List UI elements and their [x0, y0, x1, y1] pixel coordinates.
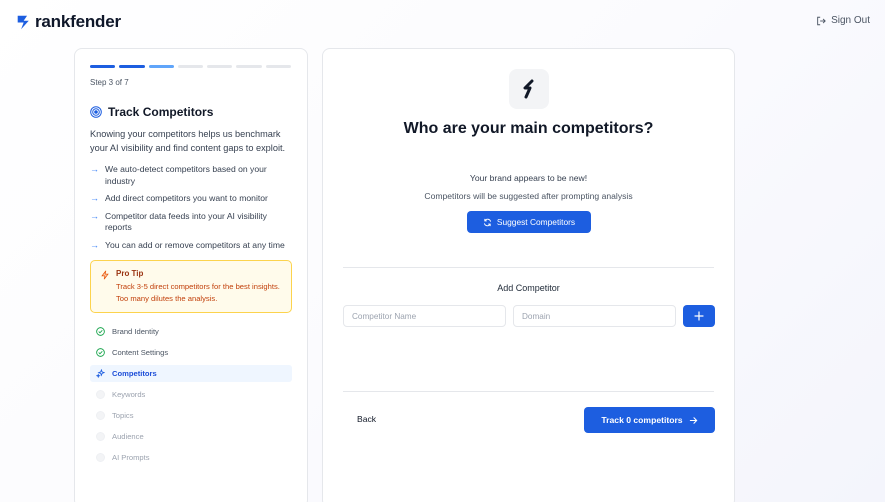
check-circle-icon: [96, 348, 105, 357]
sign-out-icon: [817, 16, 826, 25]
lightning-bolt-icon: [101, 270, 109, 280]
progress-segment: [236, 65, 262, 68]
step-item-keywords[interactable]: Keywords: [90, 386, 292, 403]
progress-segment: [148, 65, 174, 68]
progress-segment: [265, 65, 292, 68]
pro-tip-text: Track 3-5 direct competitors for the bes…: [116, 282, 280, 303]
suggest-competitors-button[interactable]: Suggest Competitors: [467, 211, 591, 233]
refresh-icon: [483, 218, 491, 226]
arrow-right-icon: →: [90, 164, 99, 174]
progress-segment: [177, 65, 204, 68]
section-divider: [343, 267, 714, 268]
add-competitor-button[interactable]: [683, 305, 715, 327]
section-description: Knowing your competitors helps us benchm…: [90, 129, 286, 153]
list-item: → You can add or remove competitors at an…: [90, 239, 285, 250]
page-title: Who are your main competitors?: [403, 120, 654, 137]
onboarding-sidebar: Step 3 of 7 Track Competitors Knowing yo…: [74, 48, 308, 502]
step-item-topics[interactable]: Topics: [90, 407, 292, 424]
target-icon: [90, 106, 102, 118]
section-header: Track Competitors: [90, 105, 292, 119]
empty-circle-icon: [96, 432, 105, 441]
step-navigation: Brand Identity Content Settings Competit…: [90, 323, 292, 466]
step-item-ai-prompts[interactable]: AI Prompts: [90, 449, 292, 466]
step-item-content-settings[interactable]: Content Settings: [90, 344, 292, 361]
list-item: → Add direct competitors you want to moni…: [90, 193, 268, 203]
competitors-form-panel: Who are your main competitors? Your bran…: [322, 48, 735, 502]
progress-segment: [207, 65, 233, 68]
section-title: Track Competitors: [108, 105, 214, 119]
plus-icon: [694, 311, 704, 321]
competitor-domain-input[interactable]: [513, 305, 676, 327]
back-button[interactable]: Back: [357, 414, 376, 424]
pro-tip-title: Pro Tip: [116, 269, 144, 278]
progress-segment: [90, 65, 116, 68]
list-item: → We auto-detect competitors based on you…: [90, 164, 267, 186]
progress-segment: [119, 65, 145, 68]
arrow-right-icon: →: [90, 239, 99, 250]
brand-name: rankfender: [35, 12, 121, 31]
empty-circle-icon: [96, 453, 105, 462]
list-item: → Competitor data feeds into your AI visi…: [90, 210, 267, 233]
check-circle-icon: [96, 327, 105, 336]
step-item-competitors[interactable]: Competitors: [90, 365, 292, 382]
sparkles-icon: [96, 369, 105, 378]
step-item-brand-identity[interactable]: Brand Identity: [90, 323, 292, 340]
brand-s-icon: [509, 69, 549, 109]
footer-divider: [343, 391, 714, 392]
track-competitors-button[interactable]: Track 0 competitors: [584, 407, 715, 433]
pro-tip-box: Pro Tip Track 3-5 direct competitors for…: [90, 260, 292, 313]
brand-logo[interactable]: rankfender: [16, 12, 121, 32]
step-counter: Step 3 of 7: [90, 78, 129, 87]
arrow-right-icon: →: [90, 193, 99, 203]
sign-out-label: Sign Out: [831, 15, 870, 26]
step-item-audience[interactable]: Audience: [90, 428, 292, 445]
add-competitor-heading: Add Competitor: [497, 283, 560, 293]
feature-list: → We auto-detect competitors based on you…: [90, 164, 292, 251]
competitor-name-input[interactable]: [343, 305, 506, 327]
arrow-right-icon: →: [90, 210, 99, 221]
s-logo-icon: [523, 79, 534, 99]
empty-circle-icon: [96, 390, 105, 399]
step-progress-bar: [90, 65, 292, 68]
empty-circle-icon: [96, 411, 105, 420]
new-brand-message: Your brand appears to be new!: [469, 173, 588, 183]
suggestion-info-text: Competitors will be suggested after prom…: [424, 191, 633, 201]
sign-out-button[interactable]: Sign Out: [816, 15, 870, 26]
rankfender-logo-icon: [17, 15, 29, 29]
arrow-right-icon: [689, 416, 697, 424]
